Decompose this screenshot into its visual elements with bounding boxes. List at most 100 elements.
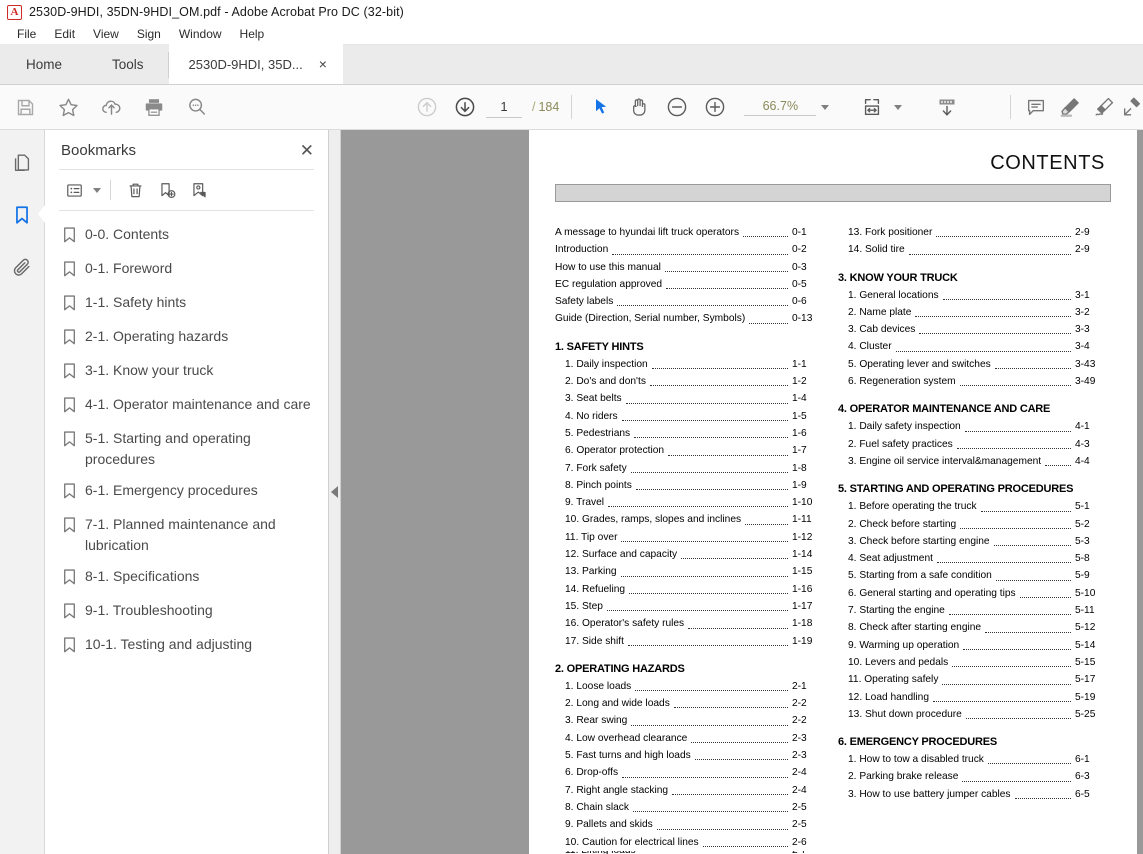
bookmark-item[interactable]: 8-1. Specifications [45,561,328,595]
bookmarks-icon[interactable] [5,198,39,232]
zoom-out-icon[interactable] [660,90,694,124]
toc-entry[interactable]: 2. Check before starting5-2 [838,516,1101,533]
toc-entry[interactable]: 7. Right angle stacking2-4 [555,782,818,799]
toc-entry[interactable]: 3. Rear swing2-2 [555,712,818,729]
toc-entry[interactable]: 2. Name plate3-2 [838,304,1101,321]
panel-collapse-handle[interactable] [329,130,341,854]
menu-view[interactable]: View [84,26,128,42]
save-icon[interactable] [8,90,42,124]
previous-page-icon[interactable] [410,90,444,124]
document-viewport[interactable]: CONTENTS A message to hyundai lift truck… [341,130,1143,854]
new-bookmark-icon[interactable] [152,176,182,204]
toc-entry[interactable]: 8. Chain slack2-5 [555,799,818,816]
bookmarks-list[interactable]: 0-0. Contents 0-1. Foreword 1-1. Safety … [45,211,328,854]
bookmark-item[interactable]: 2-1. Operating hazards [45,321,328,355]
toc-entry[interactable]: 7. Starting the engine5-11 [838,602,1101,619]
bookmark-item[interactable]: 1-1. Safety hints [45,287,328,321]
stamp-icon[interactable] [1121,90,1143,124]
bookmark-item[interactable]: 7-1. Planned maintenance and lubrication [45,509,328,561]
bookmark-item[interactable]: 3-1. Know your truck [45,355,328,389]
tab-home[interactable]: Home [0,44,88,84]
toc-entry[interactable]: 6. Operator protection1-7 [555,442,818,459]
toc-entry[interactable]: 15. Step1-17 [555,598,818,615]
toc-entry[interactable]: Guide (Direction, Serial number, Symbols… [555,310,818,327]
toc-entry[interactable]: Introduction0-2 [555,241,818,258]
delete-bookmark-icon[interactable] [120,176,150,204]
toc-entry[interactable]: 9. Pallets and skids2-5 [555,816,818,833]
sign-icon[interactable] [1087,90,1121,124]
toc-entry[interactable]: 9. Travel1-10 [555,494,818,511]
hand-tool-icon[interactable] [622,90,656,124]
toc-entry[interactable]: 6. Regeneration system3-49 [838,373,1101,390]
print-icon[interactable] [137,90,171,124]
chevron-down-icon[interactable] [821,105,829,110]
toc-entry[interactable]: 5. Fast turns and high loads2-3 [555,747,818,764]
toc-entry[interactable]: 13. Parking1-15 [555,563,818,580]
edit-bookmark-icon[interactable] [184,176,214,204]
bookmark-item[interactable]: 5-1. Starting and operating procedures [45,423,328,475]
toc-entry[interactable]: EC regulation approved0-5 [555,276,818,293]
toc-entry[interactable]: 4. Seat adjustment5-8 [838,550,1101,567]
toc-entry[interactable]: 13. Fork positioner2-9 [838,224,1101,241]
bookmark-item[interactable]: 4-1. Operator maintenance and care [45,389,328,423]
toc-entry[interactable]: 13. Shut down procedure5-25 [838,706,1101,723]
zoom-level-value[interactable]: 66.7% [744,99,816,116]
bookmark-item[interactable]: 6-1. Emergency procedures [45,475,328,509]
attachments-icon[interactable] [5,250,39,284]
toc-entry[interactable]: 1. Daily safety inspection4-1 [838,418,1101,435]
toc-entry[interactable]: 14. Solid tire2-9 [838,241,1101,258]
toc-entry[interactable]: 3. Engine oil service interval&managemen… [838,453,1101,470]
toc-entry[interactable]: 2. Long and wide loads2-2 [555,695,818,712]
toc-entry[interactable]: 2. Do's and don'ts1-2 [555,373,818,390]
toc-entry[interactable]: 5. Pedestrians1-6 [555,425,818,442]
toc-entry[interactable]: 4. No riders1-5 [555,408,818,425]
toc-entry[interactable]: 1. Daily inspection1-1 [555,356,818,373]
bookmark-item[interactable]: 0-0. Contents [45,219,328,253]
toc-entry[interactable]: 4. Cluster3-4 [838,338,1101,355]
star-icon[interactable] [51,90,85,124]
toc-entry[interactable]: 12. Surface and capacity1-14 [555,546,818,563]
highlight-icon[interactable] [1053,90,1087,124]
chevron-down-fit-icon[interactable] [894,105,902,110]
zoom-level-control[interactable]: 66.7% [744,99,829,116]
search-icon[interactable] [180,90,214,124]
toc-entry[interactable]: 6. Drop-offs2-4 [555,764,818,781]
toc-entry[interactable]: 10. Levers and pedals5-15 [838,654,1101,671]
toc-entry[interactable]: 3. How to use battery jumper cables6-5 [838,786,1101,803]
toc-entry[interactable]: 3. Cab devices3-3 [838,321,1101,338]
page-fit-control[interactable] [855,90,902,124]
fit-page-icon[interactable] [855,90,889,124]
menu-window[interactable]: Window [170,26,231,42]
toc-entry[interactable]: 3. Check before starting engine5-3 [838,533,1101,550]
zoom-in-icon[interactable] [698,90,732,124]
toc-entry[interactable]: 1. General locations3-1 [838,287,1101,304]
toc-entry[interactable]: 8. Check after starting engine5-12 [838,619,1101,636]
toc-entry[interactable]: 4. Low overhead clearance2-3 [555,730,818,747]
next-page-icon[interactable] [448,90,482,124]
page-thumbnails-icon[interactable] [5,146,39,180]
toc-entry[interactable]: 2. Fuel safety practices4-3 [838,436,1101,453]
tab-document[interactable]: 2530D-9HDI, 35D... × [169,44,343,84]
toc-entry[interactable]: 11. Operating safely5-17 [838,671,1101,688]
toc-entry[interactable]: A message to hyundai lift truck operator… [555,224,818,241]
toc-entry[interactable]: 1. Before operating the truck5-1 [838,498,1101,515]
chevron-down-bookmarks-icon[interactable] [93,188,101,193]
select-tool-icon[interactable] [584,90,618,124]
bookmark-item[interactable]: 10-1. Testing and adjusting [45,629,328,663]
toc-entry[interactable]: How to use this manual0-3 [555,259,818,276]
toc-entry[interactable]: 9. Warming up operation5-14 [838,637,1101,654]
menu-file[interactable]: File [8,26,45,42]
options-list-icon[interactable] [59,176,89,204]
close-icon[interactable]: × [317,57,329,71]
menu-sign[interactable]: Sign [128,26,170,42]
toc-entry[interactable]: 7. Fork safety1-8 [555,460,818,477]
toc-entry[interactable]: 10. Caution for electrical lines2-6 [555,834,818,851]
upload-cloud-icon[interactable] [94,90,128,124]
toc-entry[interactable]: 5. Starting from a safe condition5-9 [838,567,1101,584]
toc-entry[interactable]: 12. Load handling5-19 [838,689,1101,706]
toc-entry[interactable]: 1. How to tow a disabled truck6-1 [838,751,1101,768]
toc-entry[interactable]: 10. Grades, ramps, slopes and inclines1-… [555,511,818,528]
comment-icon[interactable] [1019,90,1053,124]
toc-entry[interactable]: 5. Operating lever and switches3-43 [838,356,1101,373]
toc-entry[interactable]: 8. Pinch points1-9 [555,477,818,494]
